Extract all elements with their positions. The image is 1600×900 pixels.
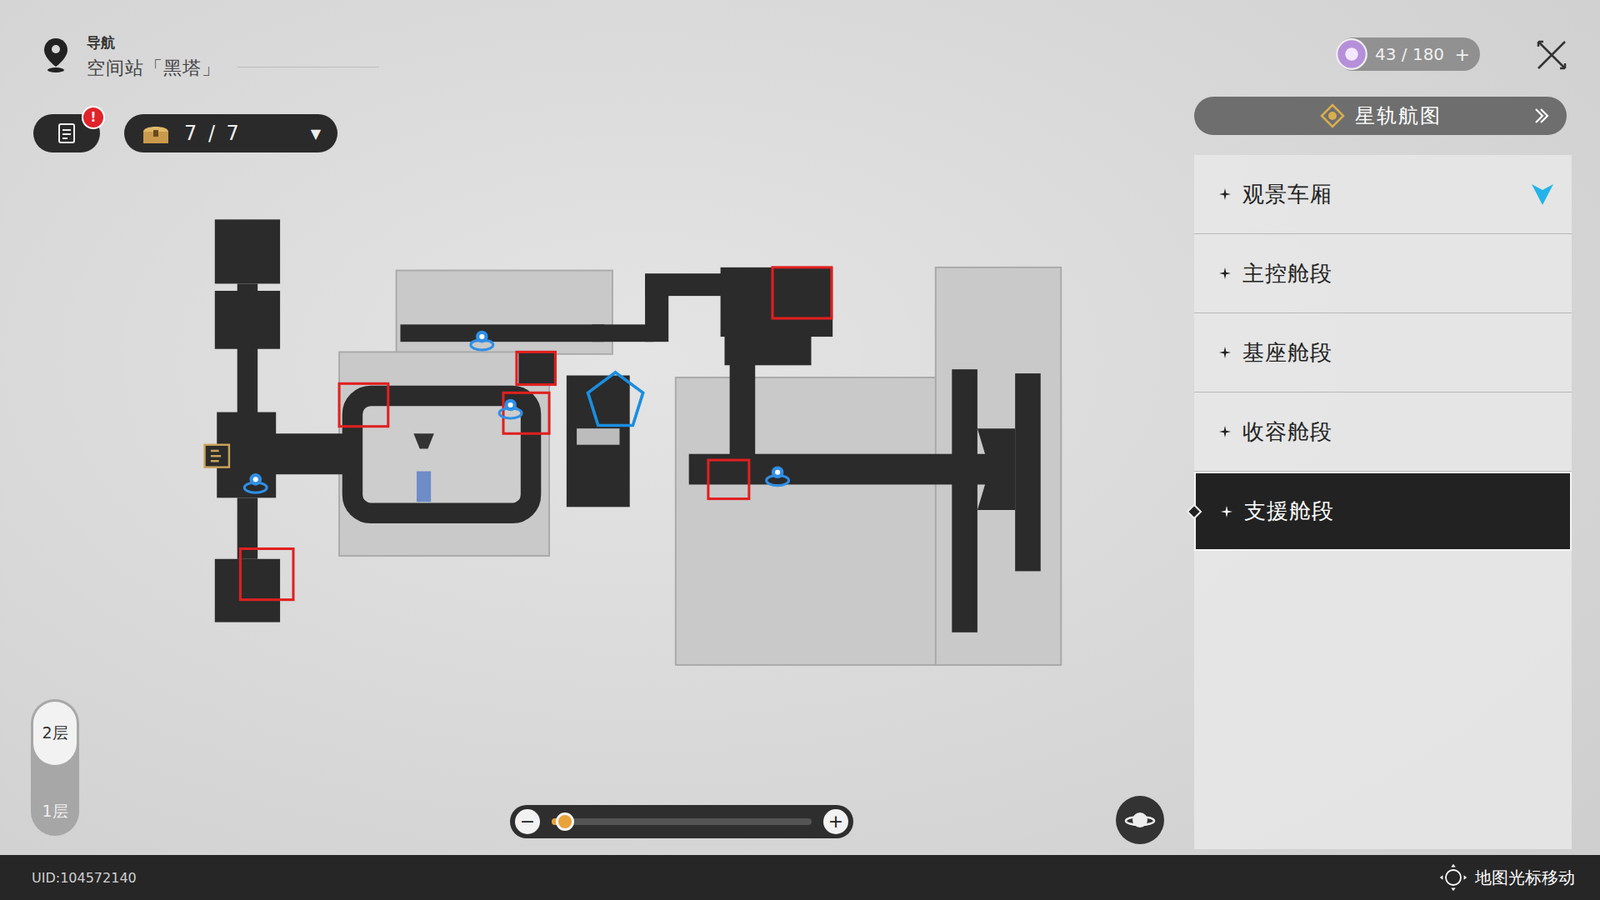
- teleport-icon[interactable]: [499, 399, 522, 419]
- floor-selector: 2层 1层: [30, 699, 80, 836]
- star-icon: [1219, 267, 1231, 280]
- teleport-icon[interactable]: [766, 465, 790, 485]
- chevron-right-icon: [1531, 105, 1552, 126]
- region-name: 收容舱段: [1242, 417, 1555, 447]
- close-icon[interactable]: [1535, 38, 1569, 72]
- hint-text: 地图光标移动: [1475, 866, 1575, 890]
- region-name: 主控舱段: [1242, 259, 1555, 289]
- zoom-knob[interactable]: [555, 812, 575, 831]
- teleport-icon[interactable]: [244, 473, 267, 493]
- power-value: 43 / 180: [1375, 44, 1449, 65]
- dropdown-arrow: ▼: [310, 125, 321, 142]
- marker-box: [503, 392, 550, 434]
- location-name: 空间站「黑塔」: [86, 55, 221, 81]
- star-icon: [1219, 425, 1231, 438]
- region-item[interactable]: 基座舱段: [1194, 313, 1572, 393]
- selection-arrow-icon: [1185, 503, 1206, 520]
- navigation-label: 导航: [86, 33, 221, 53]
- pentagon-marker-icon: [588, 372, 644, 426]
- chest-dropdown[interactable]: 7 / 7 ▼: [124, 114, 338, 153]
- joystick-icon: [1438, 862, 1469, 893]
- star-icon: [1219, 346, 1231, 359]
- marker-box: [772, 267, 832, 319]
- region-panel: 星轨航图观景车厢主控舱段基座舱段收容舱段支援舱段: [1194, 96, 1572, 850]
- uid-text: UID:104572140: [31, 870, 137, 886]
- zoom-track[interactable]: [551, 818, 812, 825]
- zoom-slider[interactable]: −+: [510, 805, 854, 839]
- region-item[interactable]: 支援舱段: [1194, 471, 1572, 551]
- zoom-out-button[interactable]: −: [515, 809, 540, 835]
- divider-line: [237, 66, 380, 68]
- exit-icon[interactable]: [205, 445, 230, 468]
- station-map[interactable]: [194, 204, 1082, 684]
- planet-icon: [1123, 803, 1157, 837]
- navigation: 导航空间站「黑塔」: [41, 33, 380, 81]
- zoom-in-button[interactable]: +: [823, 809, 849, 835]
- star-rail-icon: [1320, 103, 1345, 129]
- quest-button[interactable]: !: [33, 114, 100, 153]
- map-screen: 导航空间站「黑塔」! 7 / 7 ▼ 43 / 180 + 星轨航图观景车厢主控舱段基座舱…: [0, 0, 1600, 900]
- marker-box: [708, 460, 750, 499]
- planet-button[interactable]: [1115, 795, 1165, 845]
- star-rail-map-button[interactable]: 星轨航图: [1194, 96, 1567, 135]
- floor-button[interactable]: 1层: [33, 790, 77, 834]
- star-icon: [1219, 188, 1231, 200]
- star-icon: [1220, 505, 1233, 518]
- teleport-icon[interactable]: [470, 330, 494, 350]
- notification-badge: !: [81, 105, 105, 130]
- region-item[interactable]: 观景车厢: [1194, 155, 1572, 235]
- region-name: 基座舱段: [1242, 338, 1555, 368]
- region-name: 支援舱段: [1244, 496, 1554, 526]
- marker-box: [516, 351, 555, 385]
- bottom-bar: UID:104572140 地图光标移动: [0, 855, 1600, 900]
- region-name: 观景车厢: [1242, 180, 1519, 210]
- add-power-button[interactable]: +: [1455, 44, 1470, 65]
- region-list: 观景车厢主控舱段基座舱段收容舱段支援舱段: [1194, 155, 1572, 850]
- region-item[interactable]: 收容舱段: [1194, 392, 1572, 472]
- trailblaze-power[interactable]: 43 / 180 +: [1336, 37, 1480, 71]
- floor-button[interactable]: 2层: [33, 701, 77, 765]
- control-hint: 地图光标移动: [1438, 862, 1575, 893]
- trailblaze-power-icon: [1335, 37, 1369, 71]
- star-rail-map-label: 星轨航图: [1355, 102, 1442, 130]
- marker-box: [339, 383, 389, 426]
- document-icon: [56, 121, 77, 145]
- treasure-chest-icon: [140, 121, 171, 145]
- marker-box: [240, 549, 294, 600]
- current-location-icon: [1530, 181, 1555, 207]
- region-item[interactable]: 主控舱段: [1194, 234, 1572, 314]
- chest-count: 7 / 7: [184, 121, 298, 145]
- location-pin-icon: [41, 36, 70, 74]
